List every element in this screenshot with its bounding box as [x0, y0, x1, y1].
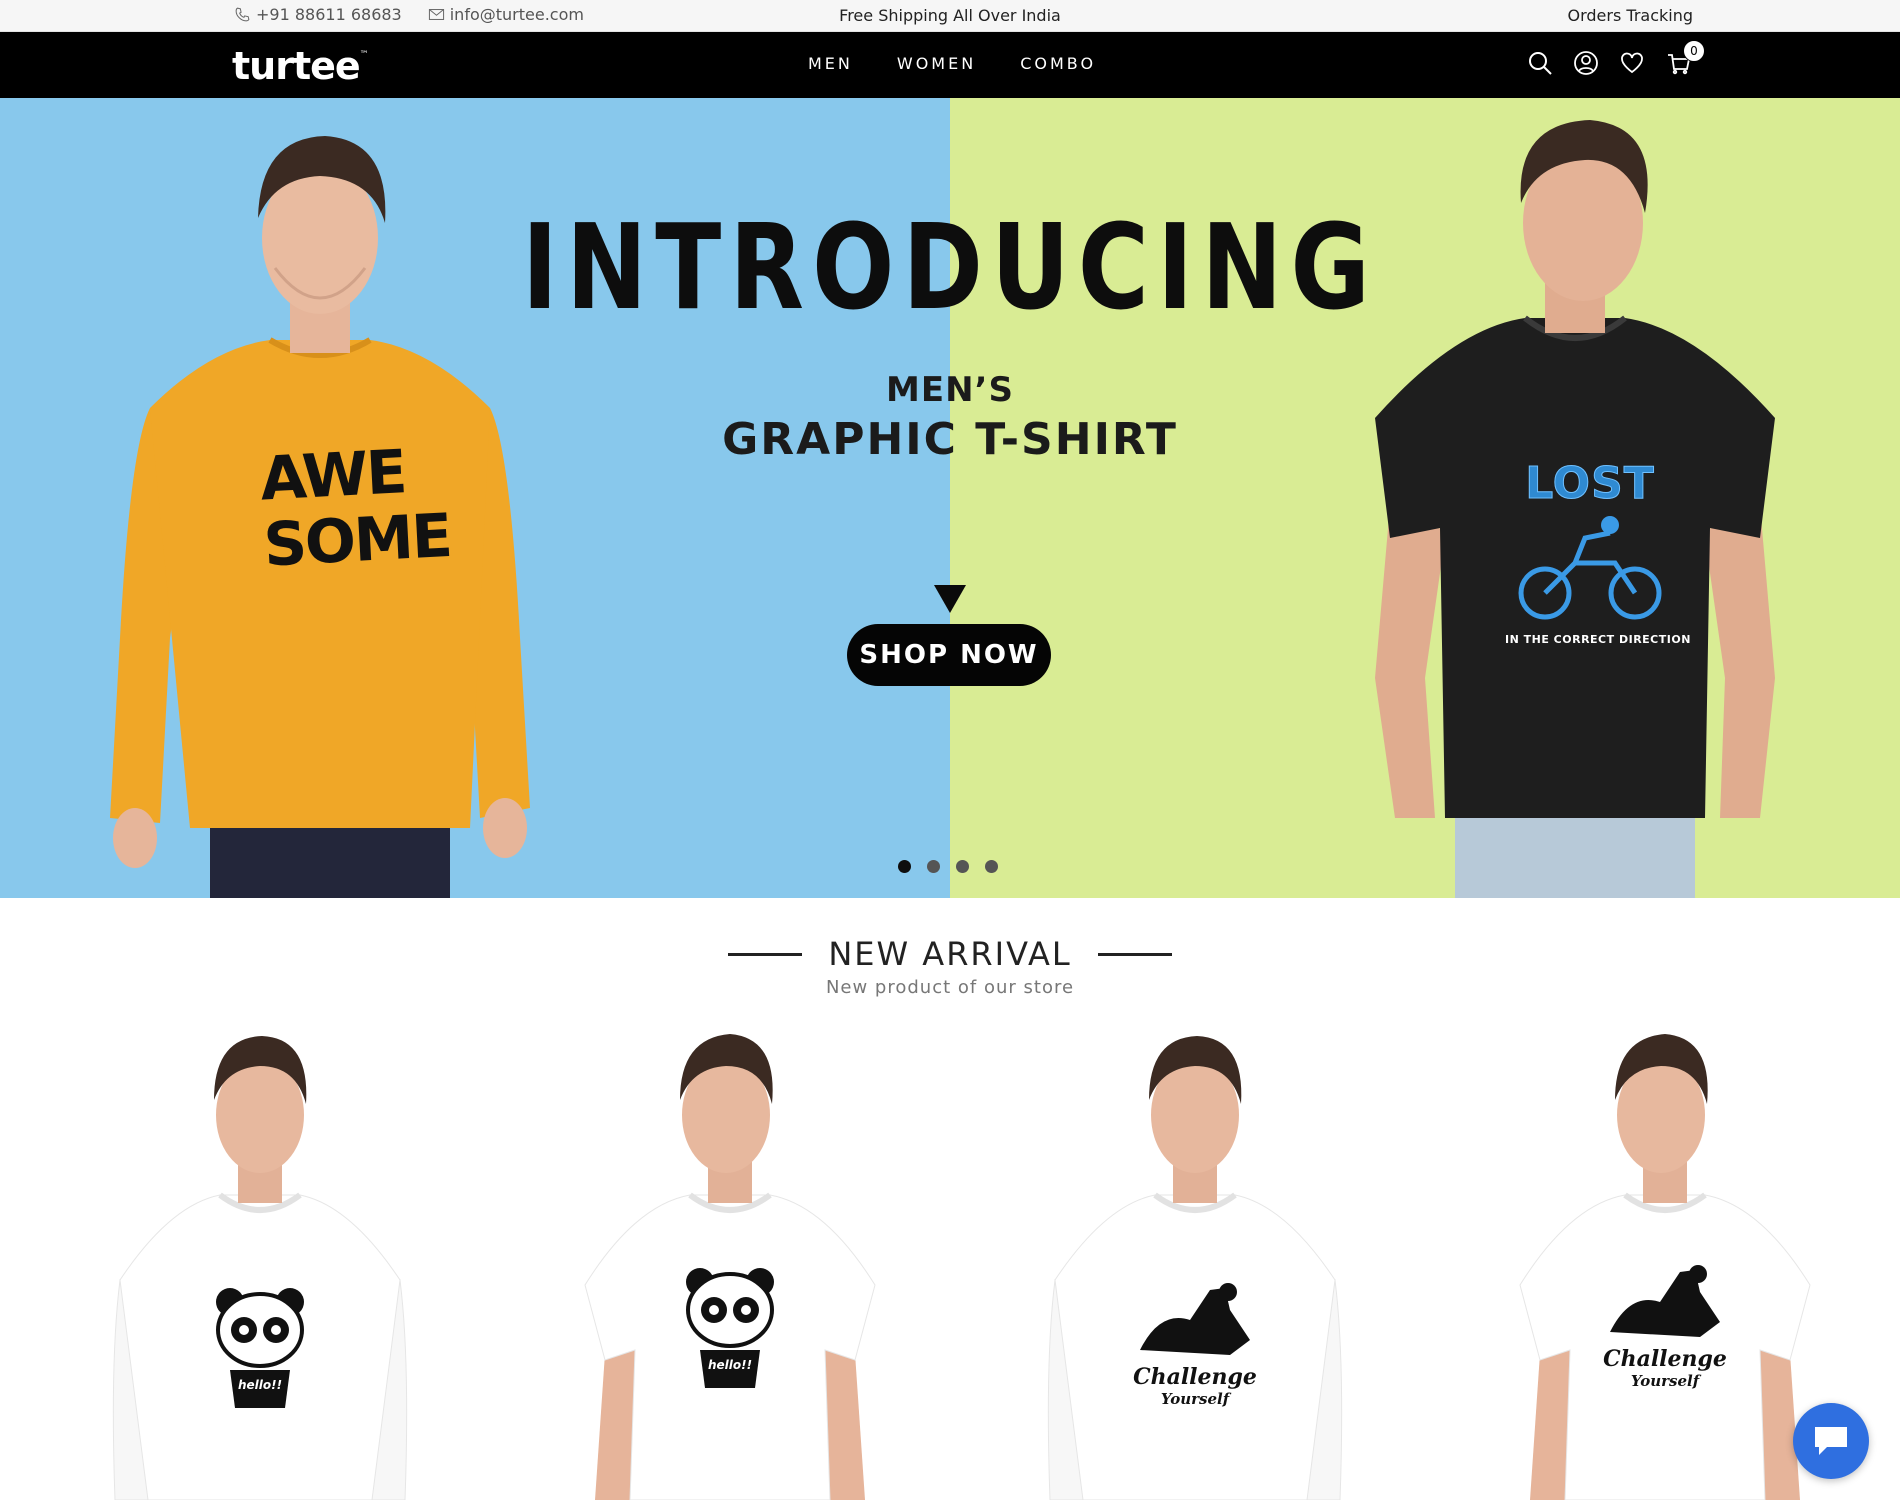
- logo-trademark: ™: [359, 50, 369, 60]
- logo-text: turtee: [232, 44, 361, 88]
- product-print-text: hello!!: [238, 1378, 283, 1392]
- slider-dot-2[interactable]: [927, 860, 940, 873]
- nav-item-combo[interactable]: COMBO: [1020, 54, 1096, 73]
- product-image: [1047, 1036, 1343, 1501]
- product-print: hello!!: [680, 1260, 780, 1390]
- nav-item-men[interactable]: MEN: [808, 54, 853, 73]
- section-title-text: NEW ARRIVAL: [828, 935, 1072, 973]
- product-print: Challenge Yourself: [1130, 1280, 1260, 1420]
- account-button[interactable]: [1573, 50, 1599, 76]
- top-info-bar: +91 88611 68683 info@turtee.com Free Shi…: [0, 0, 1900, 32]
- slider-pagination: [898, 860, 998, 873]
- chat-bubble-icon: [1815, 1427, 1847, 1455]
- title-rule-right: [1097, 952, 1172, 956]
- product-card[interactable]: hello!!: [110, 1030, 410, 1501]
- slider-dot-3[interactable]: [956, 860, 969, 873]
- title-rule-left: [728, 952, 803, 956]
- product-print: hello!!: [210, 1280, 310, 1410]
- search-icon: [1529, 52, 1552, 75]
- product-print: Challenge Yourself: [1600, 1262, 1730, 1402]
- nav-menu: MEN WOMEN COMBO: [808, 54, 1096, 73]
- slider-dot-4[interactable]: [985, 860, 998, 873]
- right-tee-print-title: LOST: [1525, 458, 1655, 510]
- brand-logo[interactable]: turtee™: [232, 44, 369, 88]
- hero-headline: INTRODUCING: [521, 198, 1379, 336]
- heart-icon: [1621, 52, 1643, 74]
- main-navigation: turtee™ MEN WOMEN COMBO 0: [0, 32, 1900, 98]
- section-title: NEW ARRIVAL: [728, 935, 1172, 973]
- cart-button[interactable]: 0: [1665, 40, 1705, 76]
- new-arrival-header: NEW ARRIVAL New product of our store: [0, 935, 1900, 998]
- product-card[interactable]: Challenge Yourself: [1515, 1030, 1815, 1501]
- product-print-text: hello!!: [708, 1358, 753, 1372]
- cart-count-badge: 0: [1683, 40, 1705, 62]
- section-subtitle: New product of our store: [825, 977, 1075, 998]
- product-grid: hello!! hello!! Challenge Yourself Chall…: [0, 1030, 1900, 1501]
- product-print-text: Challenge: [1133, 1364, 1257, 1390]
- product-print-text2: Yourself: [1160, 1390, 1230, 1408]
- right-tee-print-caption: IN THE CORRECT DIRECTION: [1505, 633, 1691, 646]
- nav-item-women[interactable]: WOMEN: [897, 54, 976, 73]
- bmx-rider-icon: [1140, 1283, 1250, 1355]
- user-icon: [1574, 51, 1598, 75]
- hero-subheadline-line2: GRAPHIC T-SHIRT: [722, 414, 1178, 465]
- hero-banner: AWE SOME LOST IN THE CORRECT DIRECTION I…: [0, 98, 1900, 898]
- nav-actions: 0: [1527, 40, 1705, 76]
- product-card[interactable]: Challenge Yourself: [1045, 1030, 1345, 1501]
- bmx-rider-icon: [1610, 1265, 1720, 1337]
- left-tee-print-line2: SOME: [261, 500, 453, 581]
- product-image: [112, 1036, 408, 1501]
- slider-dot-1[interactable]: [898, 860, 911, 873]
- wishlist-button[interactable]: [1619, 50, 1645, 76]
- down-arrow-icon: [934, 585, 966, 613]
- product-print-text2: Yourself: [1630, 1372, 1700, 1390]
- right-tee-print: LOST IN THE CORRECT DIRECTION: [1505, 458, 1691, 647]
- product-card[interactable]: hello!!: [580, 1030, 880, 1501]
- hero-subheadline-line1: MEN’S: [886, 370, 1014, 410]
- orders-tracking-link[interactable]: Orders Tracking: [1568, 6, 1694, 25]
- live-chat-button[interactable]: [1793, 1403, 1869, 1479]
- shop-now-button[interactable]: SHOP NOW: [847, 624, 1051, 686]
- motorbike-icon: [1518, 516, 1662, 620]
- search-button[interactable]: [1527, 50, 1553, 76]
- product-print-text: Challenge: [1603, 1346, 1727, 1372]
